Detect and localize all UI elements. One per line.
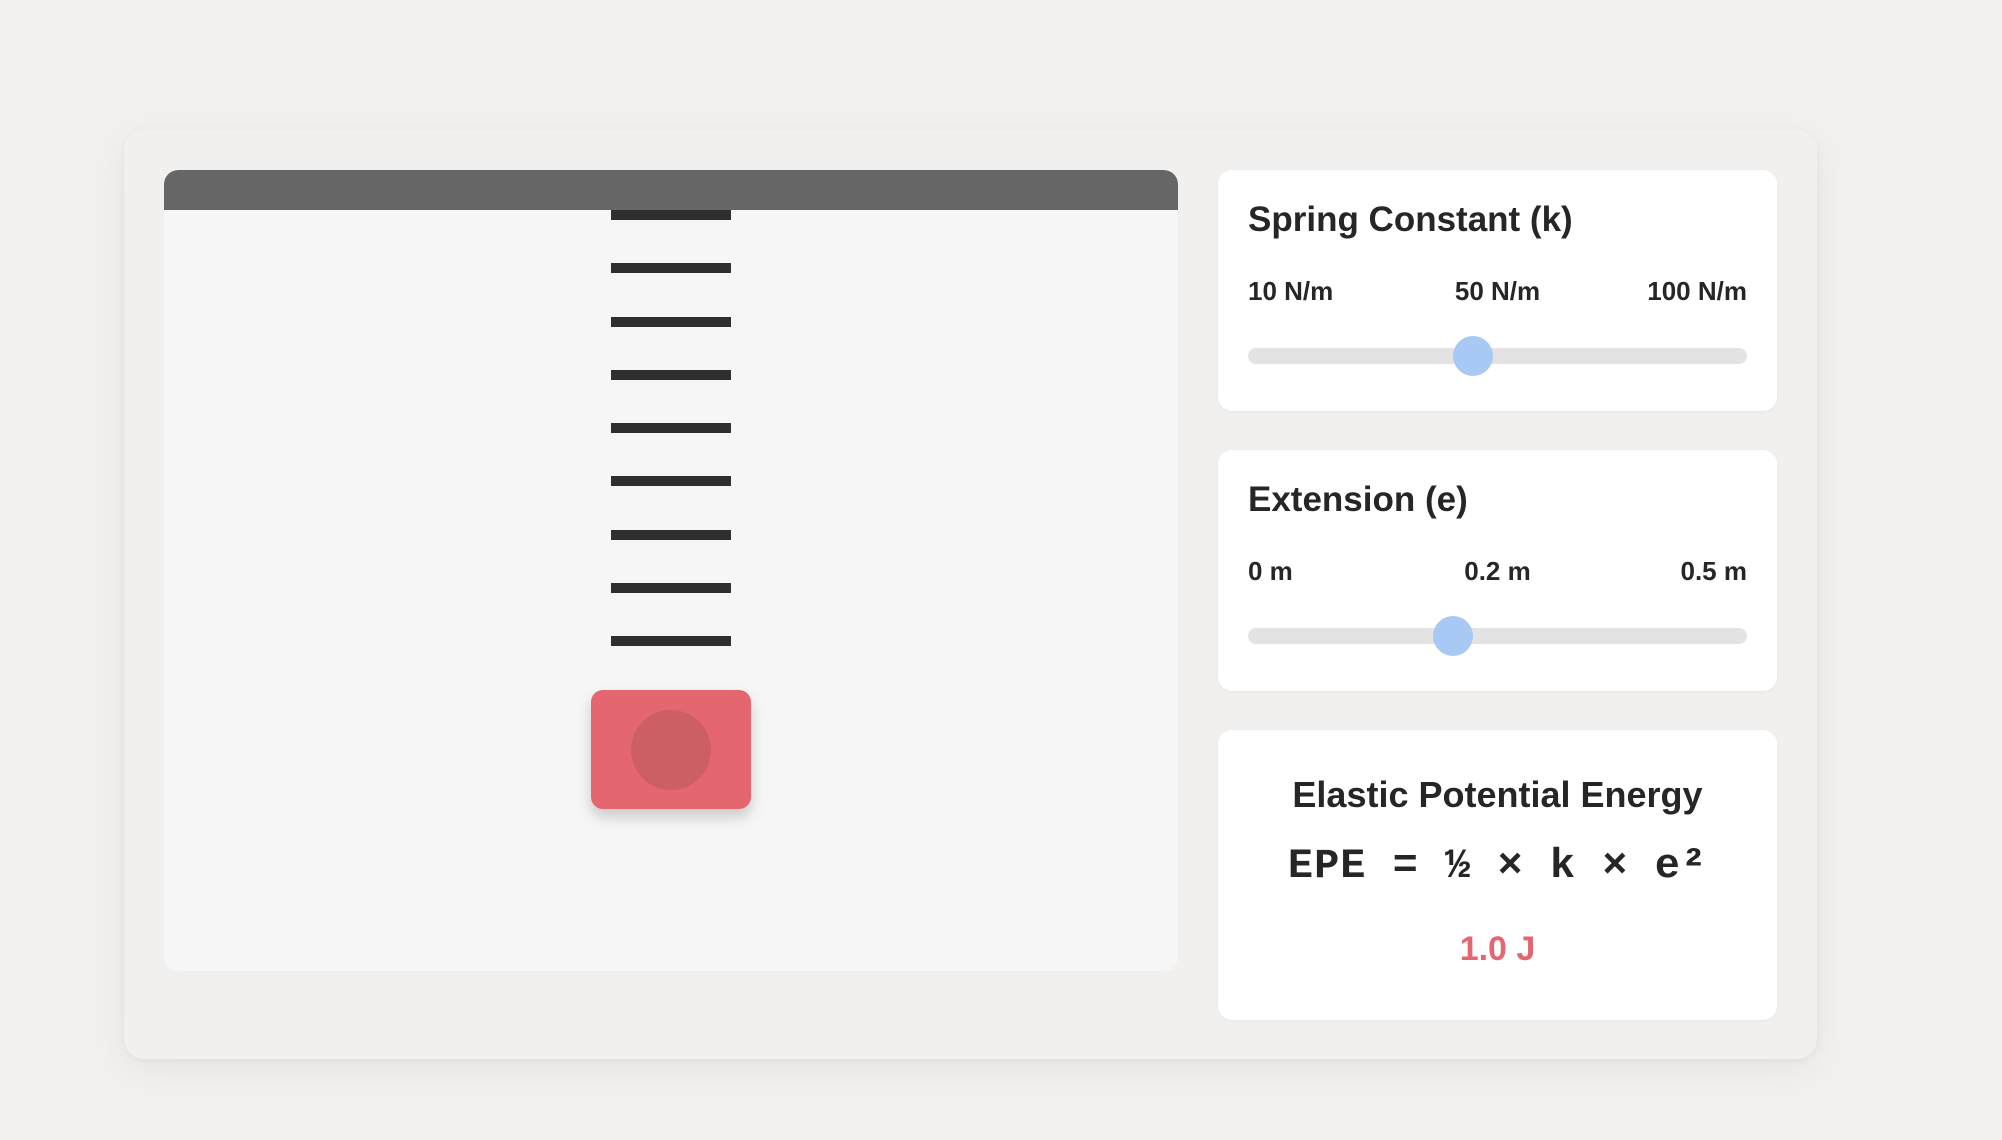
spring-coil [611,317,731,327]
extension-slider[interactable] [1248,616,1747,656]
spring-coil [611,476,731,486]
spring-coil [611,263,731,273]
extension-mid-label: 0.2 m [1464,556,1531,586]
mass-block[interactable] [591,690,751,809]
spring-constant-title: Spring Constant (k) [1248,200,1573,239]
spring-coil [611,530,731,540]
spring-constant-min-label: 10 N/m [1248,276,1334,306]
extension-title: Extension (e) [1248,480,1468,519]
energy-card: Elastic Potential Energy EPE = ½ × k × e… [1218,730,1777,1020]
app-card: Spring Constant (k) 10 N/m 50 N/m 100 N/… [124,130,1817,1059]
spring-simulation-panel [164,170,1178,971]
spring-constant-tick-labels: 10 N/m 50 N/m 100 N/m [1248,276,1747,306]
extension-min-label: 0 m [1248,556,1293,586]
spring-coil [611,636,731,646]
spring-coil [611,370,731,380]
spring-coil [611,583,731,593]
spring-constant-card: Spring Constant (k) 10 N/m 50 N/m 100 N/… [1218,170,1777,411]
energy-title: Elastic Potential Energy [1292,774,1703,815]
energy-value: 1.0 J [1459,930,1536,968]
spring-constant-max-label: 100 N/m [1647,276,1747,306]
extension-slider-thumb[interactable] [1432,616,1473,656]
extension-tick-labels: 0 m 0.2 m 0.5 m [1248,556,1747,586]
spring-constant-slider-thumb[interactable] [1452,336,1493,376]
spring-constant-slider[interactable] [1248,336,1747,376]
spring-coil [611,423,731,433]
extension-card: Extension (e) 0 m 0.2 m 0.5 m [1218,450,1777,691]
extension-max-label: 0.5 m [1680,556,1748,586]
ceiling-bar [164,170,1178,210]
spring-constant-mid-label: 50 N/m [1454,276,1541,306]
mass-center-dot [631,710,711,790]
spring-coil [611,210,731,220]
energy-formula: EPE = ½ × k × e² [1287,842,1708,890]
